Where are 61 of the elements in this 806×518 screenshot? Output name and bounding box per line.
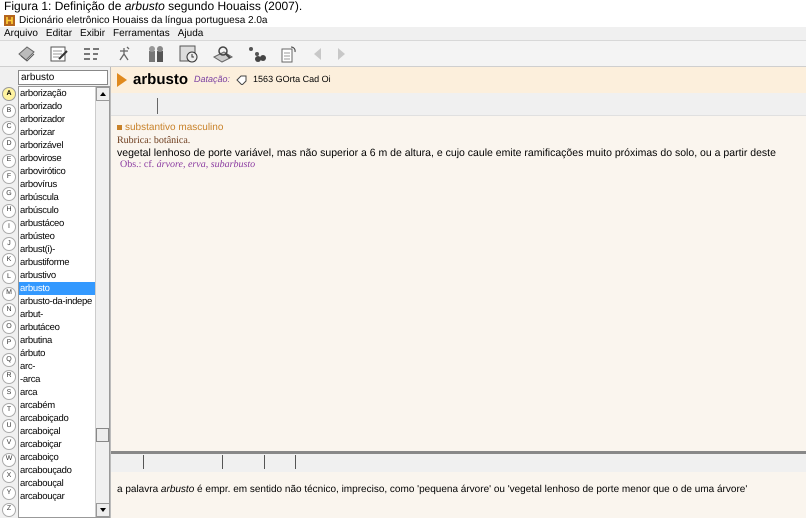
word-item[interactable]: arbusto-da-indepe xyxy=(19,295,95,308)
figure-caption: Figura 1: Definição de arbusto segundo Houaiss (2007). xyxy=(4,0,302,13)
word-item[interactable]: arc- xyxy=(19,360,95,373)
word-item[interactable]: arborização xyxy=(19,87,95,100)
word-item[interactable]: arbústeo xyxy=(19,230,95,243)
word-item[interactable]: arbúsculo xyxy=(19,204,95,217)
headword: arbusto xyxy=(133,70,188,90)
word-item[interactable]: arbutina xyxy=(19,334,95,347)
dating: 1563 GOrta Cad Oi xyxy=(253,73,331,86)
word-item[interactable]: arcaboiço xyxy=(19,451,95,464)
menu-item[interactable]: Arquivo xyxy=(4,26,38,41)
word-item[interactable]: arborizar xyxy=(19,126,95,139)
people-icon[interactable] xyxy=(146,44,166,62)
word-item[interactable]: arcaboiçar xyxy=(19,438,95,451)
notepad-icon[interactable] xyxy=(49,44,69,62)
word-item[interactable]: arbut- xyxy=(19,308,95,321)
word-item[interactable]: arbúscula xyxy=(19,191,95,204)
word-item[interactable]: arborizado xyxy=(19,100,95,113)
scrollbar[interactable] xyxy=(95,87,109,517)
menu-item[interactable]: Ferramentas xyxy=(113,26,170,41)
bullet-icon xyxy=(117,125,122,130)
window-title: Dicionário eletrônico Houaiss da língua portuguesa 2.0a xyxy=(19,14,268,28)
word-item[interactable]: arbovírus xyxy=(19,178,95,191)
scroll-down-icon[interactable] xyxy=(96,503,110,517)
definition: vegetal lenhoso de porte variável, mas não superior a 6 m de altura, e cujo caule emite ramificações muito próximas do solo, ou a partir deste xyxy=(117,147,777,159)
word-item[interactable]: árbuto xyxy=(19,347,95,360)
search-field[interactable]: arbusto xyxy=(18,70,108,84)
word-item[interactable]: arcaboiçado xyxy=(19,412,95,425)
word-item[interactable]: arcabouçar xyxy=(19,490,95,503)
word-item[interactable]: arbust(i)- xyxy=(19,243,95,256)
word-item[interactable]: arbustiforme xyxy=(19,256,95,269)
word-item[interactable]: -arca xyxy=(19,373,95,386)
word-item[interactable]: arbutáceo xyxy=(19,321,95,334)
dating-label: Datação: xyxy=(194,73,230,86)
word-item[interactable]: arbovirose xyxy=(19,152,95,165)
menu-item[interactable]: Ajuda xyxy=(178,26,204,41)
rubric: Rubrica: botânica. xyxy=(117,135,192,147)
scroll-thumb[interactable] xyxy=(96,428,109,442)
word-item[interactable]: arcabouçado xyxy=(19,464,95,477)
menu-item[interactable]: Exibir xyxy=(80,26,106,41)
tag-icon xyxy=(236,75,248,85)
word-item[interactable]: arcabém xyxy=(19,399,95,412)
word-item[interactable]: arborizador xyxy=(19,113,95,126)
word-item[interactable]: arca xyxy=(19,386,95,399)
dots-icon[interactable] xyxy=(247,44,267,62)
note: a palavra arbusto é empr. em sentido não técnico, impreciso, como 'pequena árvore' ou 'vegetal lenhoso de porte menor que o de uma árvore' xyxy=(117,484,748,495)
word-item[interactable]: arborizável xyxy=(19,139,95,152)
triangle-icon xyxy=(117,73,127,87)
word-item[interactable]: arcaboiçal xyxy=(19,425,95,438)
calendar-clock-icon[interactable] xyxy=(179,44,199,62)
menu-item[interactable]: Editar xyxy=(46,26,72,41)
document-arrow-icon[interactable] xyxy=(280,44,298,62)
magnifier-icon[interactable] xyxy=(212,44,234,62)
word-item[interactable]: arcabouçal xyxy=(19,477,95,490)
word-item[interactable]: arbustivo xyxy=(19,269,95,282)
word-item[interactable]: arbustáceo xyxy=(19,217,95,230)
observation: Obs.: cf. árvore, erva, subarbusto xyxy=(119,159,256,171)
app-logo-icon xyxy=(4,14,15,26)
word-item[interactable]: arbovirótico xyxy=(19,165,95,178)
scroll-up-icon[interactable] xyxy=(96,87,110,101)
part-of-speech: substantivo masculino xyxy=(125,121,224,135)
